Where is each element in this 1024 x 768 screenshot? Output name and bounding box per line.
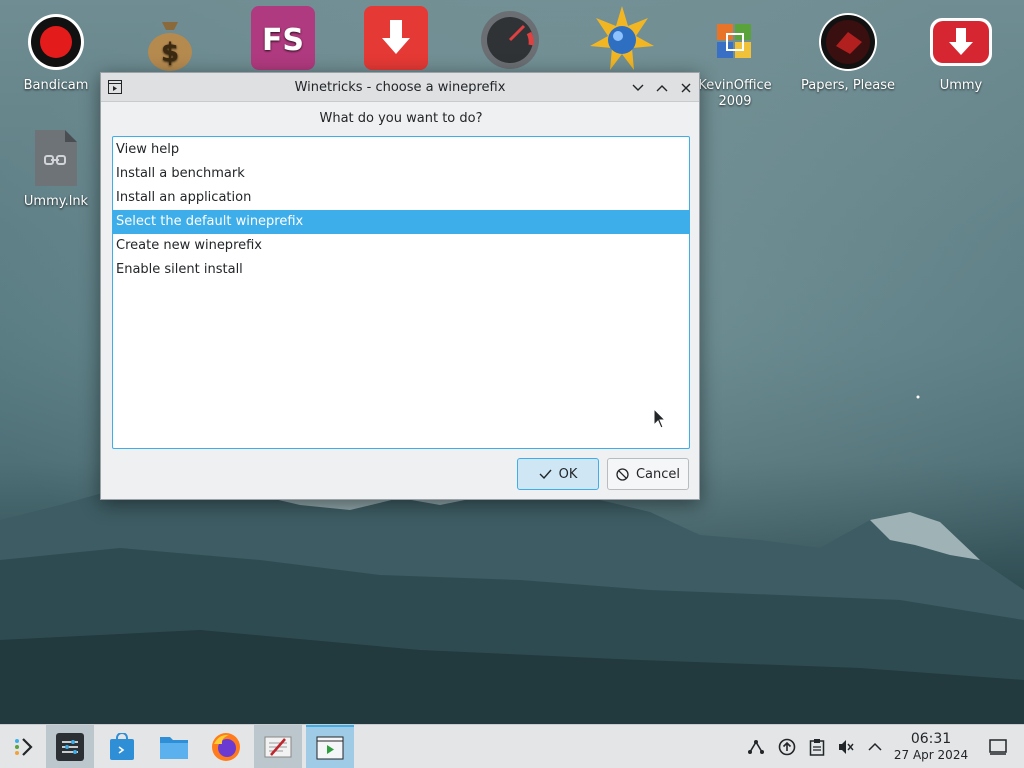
folder-icon bbox=[160, 737, 188, 759]
desktop-icon-kevinoffice[interactable]: KevinOffice 2009 bbox=[685, 10, 785, 110]
minimize-button[interactable] bbox=[627, 77, 649, 99]
application-launcher[interactable] bbox=[0, 725, 48, 768]
desktop-icon-label: Ummy.lnk bbox=[23, 194, 89, 209]
checkmark-icon bbox=[539, 469, 552, 479]
desktop-icon-label: Papers, Please bbox=[800, 78, 896, 93]
dialog-title: Winetricks - choose a wineprefix bbox=[294, 79, 506, 95]
taskbar-winetricks-dialog[interactable] bbox=[306, 725, 354, 768]
desktop-icon-papers-please[interactable]: Papers, Please bbox=[798, 10, 898, 94]
chevron-down-icon bbox=[632, 84, 644, 91]
sun-globe-icon bbox=[590, 6, 654, 70]
window-play-icon bbox=[316, 736, 344, 760]
list-item-enable-silent-install[interactable]: Enable silent install bbox=[113, 258, 689, 282]
list-item-install-benchmark[interactable]: Install a benchmark bbox=[113, 162, 689, 186]
taskbar-discover[interactable] bbox=[98, 725, 146, 768]
tray-expand-button[interactable] bbox=[865, 737, 885, 757]
update-arrow-icon bbox=[778, 738, 796, 756]
tray-volume[interactable] bbox=[836, 737, 856, 757]
desktop-icon-money-bag[interactable]: $ bbox=[120, 10, 220, 78]
clock-date: 27 Apr 2024 bbox=[893, 748, 969, 762]
tray-kdeconnect[interactable] bbox=[746, 737, 766, 757]
link-file-icon bbox=[24, 126, 88, 190]
money-bag-icon: $ bbox=[138, 10, 202, 74]
clipboard-icon bbox=[809, 739, 825, 756]
close-icon bbox=[681, 83, 691, 93]
ummy-icon bbox=[929, 10, 993, 74]
desktop-icon-ummy-lnk[interactable]: Ummy.lnk bbox=[6, 126, 106, 210]
cancel-button-label: Cancel bbox=[635, 466, 681, 482]
digital-clock[interactable]: 06:31 27 Apr 2024 bbox=[888, 731, 974, 763]
bandicam-icon bbox=[24, 10, 88, 74]
show-desktop-icon bbox=[989, 739, 1007, 755]
wine-glass-doc-icon bbox=[264, 736, 292, 758]
taskbar-file-manager[interactable] bbox=[150, 725, 198, 768]
desktop-icon-label: Ummy bbox=[939, 78, 983, 93]
settings-sliders-icon bbox=[56, 733, 84, 761]
desktop-icon-downloader[interactable] bbox=[346, 6, 446, 74]
volume-muted-icon bbox=[839, 740, 854, 754]
desktop-icon-label: KevinOffice 2009 bbox=[698, 78, 772, 109]
papers-please-icon bbox=[816, 10, 880, 74]
tray-clipboard[interactable] bbox=[807, 737, 827, 757]
launcher-icon bbox=[15, 738, 33, 756]
dialog-titlebar[interactable]: Winetricks - choose a wineprefix bbox=[101, 73, 699, 102]
svg-text:FS: FS bbox=[262, 23, 304, 58]
desktop-icon-fs[interactable]: FS bbox=[233, 6, 333, 74]
office-logo-icon bbox=[703, 10, 767, 74]
maximize-button[interactable] bbox=[651, 77, 673, 99]
clock-time: 06:31 bbox=[910, 731, 952, 747]
desktop-icon-gauge[interactable] bbox=[460, 8, 560, 76]
desktop-icon-bandicam[interactable]: Bandicam bbox=[6, 10, 106, 94]
firefox-icon bbox=[212, 733, 240, 761]
cancel-icon bbox=[616, 467, 629, 481]
show-desktop-button[interactable] bbox=[988, 737, 1008, 757]
chevron-up-icon bbox=[656, 85, 668, 92]
taskbar-firefox[interactable] bbox=[202, 725, 250, 768]
close-button[interactable] bbox=[675, 77, 697, 99]
tray-updates[interactable] bbox=[777, 737, 797, 757]
chevron-up-icon bbox=[868, 742, 882, 751]
list-item-install-application[interactable]: Install an application bbox=[113, 186, 689, 210]
list-item-select-default-wineprefix[interactable]: Select the default wineprefix bbox=[113, 210, 689, 234]
cancel-button[interactable]: Cancel bbox=[607, 458, 689, 490]
svg-text:$: $ bbox=[161, 38, 179, 68]
dialog-prompt: What do you want to do? bbox=[319, 111, 483, 126]
taskbar-winetricks-app[interactable] bbox=[254, 725, 302, 768]
ok-button[interactable]: OK bbox=[517, 458, 599, 490]
mouse-cursor-icon bbox=[653, 408, 667, 429]
options-list[interactable]: View help Install a benchmark Install an… bbox=[112, 136, 690, 449]
taskbar-system-settings[interactable] bbox=[46, 725, 94, 768]
list-item-view-help[interactable]: View help bbox=[113, 138, 689, 162]
desktop-icon-label: Bandicam bbox=[23, 78, 89, 93]
list-item-create-new-wineprefix[interactable]: Create new wineprefix bbox=[113, 234, 689, 258]
desktop-icon-ummy[interactable]: Ummy bbox=[911, 10, 1011, 94]
winetricks-dialog: Winetricks - choose a wineprefix What do… bbox=[100, 72, 700, 500]
desktop-icon-sun-globe[interactable] bbox=[572, 6, 672, 74]
speedometer-icon bbox=[478, 8, 542, 72]
store-bag-icon bbox=[110, 733, 134, 760]
taskbar: 06:31 27 Apr 2024 bbox=[0, 724, 1024, 768]
fs-app-icon: FS bbox=[251, 6, 315, 70]
ok-button-label: OK bbox=[558, 466, 578, 482]
network-devices-icon bbox=[748, 740, 764, 754]
download-arrow-icon bbox=[364, 6, 428, 70]
window-menu-icon[interactable] bbox=[108, 80, 122, 94]
